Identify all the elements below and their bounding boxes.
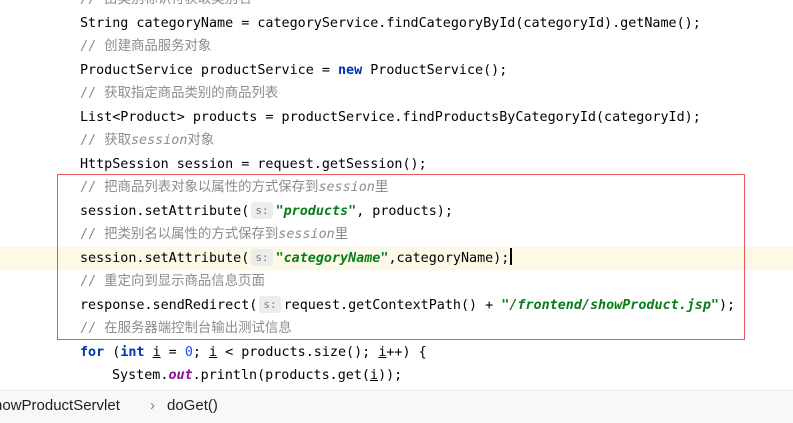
code-token: session [318,180,375,195]
code-token: i [152,344,161,360]
breadcrumb-method[interactable]: doGet() [167,391,218,421]
code-token: session [278,227,335,242]
code-token: System. [112,368,169,383]
code-token: i [370,368,379,383]
code-line[interactable]: session.setAttribute(s: "products", produ… [0,200,793,223]
code-token: // 把商品列表对象以属性的方式保存到 [80,180,319,195]
code-line[interactable]: ProductService productService = new Prod… [0,59,793,82]
code-comment-line[interactable]: // 获取指定商品类别的商品列表 [0,82,793,105]
code-token: ProductService productService = [80,62,338,78]
code-comment-line[interactable]: // 把类别名以属性的方式保存到session里 [0,223,793,246]
code-text: // 由类别标识符获取类别名 [80,0,251,11]
breadcrumb-separator-icon: › [150,397,155,414]
code-token: ,categoryName); [388,250,510,266]
code-token: ++) { [386,344,427,360]
code-text: List<Product> products = productService.… [80,106,701,129]
code-token: )); [378,368,403,383]
text-cursor [510,247,513,265]
code-token: // 把类别名以属性的方式保存到 [80,227,279,242]
code-comment-line[interactable]: // 把商品列表对象以属性的方式保存到session里 [0,176,793,199]
string-literal: "products" [275,203,357,219]
code-comment-line[interactable]: // 由类别标识符获取类别名 [0,0,793,11]
code-comment-line[interactable]: // 重定向到显示商品信息页面 [0,270,793,293]
code-comment-line[interactable]: // 创建商品服务对象 [0,35,793,58]
code-token: HttpSession session = request.getSession… [80,156,427,172]
code-comment-line[interactable]: // 在服务器端控制台输出测试信息 [0,317,793,340]
code-text: System.out.println(products.get(i)); [112,364,402,387]
code-token: session.setAttribute( [80,203,250,219]
code-token: 里 [374,180,389,195]
parameter-hint: s: [251,201,273,219]
code-token: , products); [356,203,453,219]
code-token: List<Product> products = productService.… [80,109,701,125]
code-text: String categoryName = categoryService.fi… [80,12,701,35]
code-token: < products.size(); [217,344,379,360]
parameter-hint: s: [251,248,273,266]
code-line[interactable]: String categoryName = categoryService.fi… [0,12,793,35]
code-token: i [209,344,218,360]
code-text: // 在服务器端控制台输出测试信息 [80,321,292,336]
code-line[interactable]: HttpSession session = request.getSession… [0,153,793,176]
code-line[interactable]: for (int i = 0; i < products.size(); i++… [0,341,793,364]
string-literal: "/frontend/showProduct.jsp" [501,297,719,313]
string-literal: "categoryName" [275,250,389,266]
code-line[interactable]: List<Product> products = productService.… [0,106,793,129]
parameter-hint: s: [259,295,281,313]
code-token: out [168,368,193,383]
code-text: session.setAttribute(s: "categoryName",ca… [80,247,513,270]
code-token: session.setAttribute( [80,250,250,266]
code-text: session.setAttribute(s: "products", produ… [80,200,453,223]
code-text: // 重定向到显示商品信息页面 [80,274,265,289]
code-token: ( [104,344,121,360]
code-text: // 把类别名以属性的方式保存到session里 [80,223,348,246]
code-token: ProductService(); [362,62,508,78]
code-line[interactable]: System.out.println(products.get(i)); [0,364,793,387]
code-text: // 创建商品服务对象 [80,39,212,54]
code-token: response.sendRedirect( [80,297,258,313]
code-token: // 获取 [80,133,131,148]
code-text: HttpSession session = request.getSession… [80,153,427,176]
code-token: String categoryName = categoryService.fi… [80,15,701,31]
code-text: // 把商品列表对象以属性的方式保存到session里 [80,176,388,199]
code-comment-line[interactable]: // 获取session对象 [0,129,793,152]
code-text: response.sendRedirect(s: request.getConte… [80,294,735,317]
code-line[interactable]: response.sendRedirect(s: request.getConte… [0,294,793,317]
code-token: 0 [184,344,193,360]
code-line[interactable]: session.setAttribute(s: "categoryName",ca… [0,246,793,270]
code-text: // 获取session对象 [80,129,214,152]
breadcrumb: howProductServlet › doGet() [0,390,793,423]
code-token: ; [192,344,209,360]
code-editor[interactable]: // 由类别标识符获取类别名 String categoryName = cate… [0,0,793,390]
keyword-token: for [80,344,105,360]
code-token: request.getContextPath() + [283,297,502,313]
code-token: 对象 [187,133,215,148]
breadcrumb-class[interactable]: howProductServlet [0,391,120,421]
keyword-token: new [337,62,363,78]
code-token: = [160,344,185,360]
keyword-token: int [120,344,145,360]
code-token: 里 [334,227,349,242]
code-text: ProductService productService = new Prod… [80,59,507,82]
code-token: session [130,133,188,148]
code-token: .println(products.get( [192,368,370,383]
code-text: for (int i = 0; i < products.size(); i++… [80,341,427,364]
code-token: ); [718,297,736,313]
code-text: // 获取指定商品类别的商品列表 [80,86,279,101]
